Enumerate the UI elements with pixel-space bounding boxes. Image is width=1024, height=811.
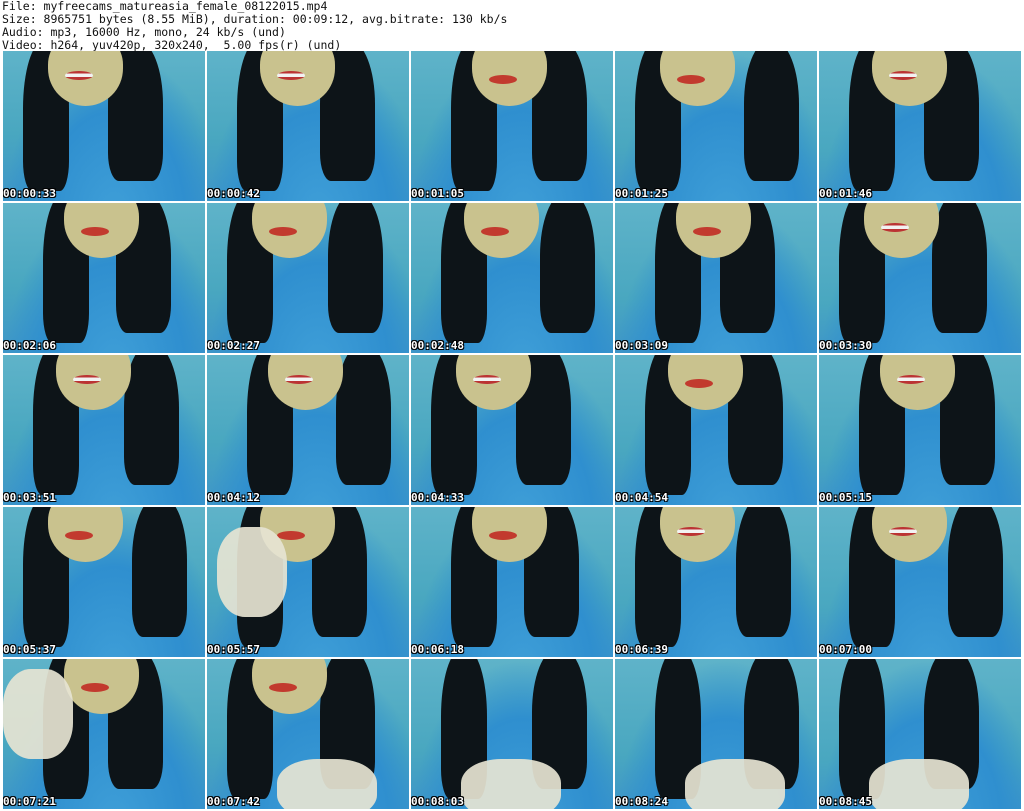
lips-shape — [269, 683, 297, 692]
lips-shape — [277, 531, 305, 540]
video-thumbnail: 00:08:45 — [819, 659, 1021, 809]
lips-shape — [73, 375, 101, 384]
video-thumbnail: 00:08:03 — [411, 659, 613, 809]
hair-shape — [132, 507, 187, 637]
thumbnail-timestamp: 00:03:09 — [615, 339, 668, 352]
video-thumbnail: 00:08:24 — [615, 659, 817, 809]
lips-shape — [489, 531, 517, 540]
video-thumbnail: 00:01:25 — [615, 51, 817, 201]
hair-shape — [932, 203, 987, 333]
lips-shape — [81, 227, 109, 236]
video-thumbnail: 00:05:15 — [819, 355, 1021, 505]
lips-shape — [65, 531, 93, 540]
hair-shape — [948, 507, 1003, 637]
lips-shape — [889, 527, 917, 536]
video-thumbnail: 00:05:57 — [207, 507, 409, 657]
thumbnail-timestamp: 00:07:21 — [3, 795, 56, 808]
hair-shape — [744, 51, 799, 181]
video-thumbnail: 00:07:00 — [819, 507, 1021, 657]
video-thumbnail: 00:07:42 — [207, 659, 409, 809]
thumbnail-timestamp: 00:06:18 — [411, 643, 464, 656]
video-thumbnail: 00:03:09 — [615, 203, 817, 353]
hand-shape — [217, 527, 287, 617]
thumbnail-grid: 00:00:33 00:00:42 00:01:05 00:01:25 00:01:46… — [3, 51, 1021, 809]
video-thumbnail: 00:00:42 — [207, 51, 409, 201]
thumbnail-timestamp: 00:08:45 — [819, 795, 872, 808]
thumbnail-timestamp: 00:05:15 — [819, 491, 872, 504]
video-thumbnail: 00:00:33 — [3, 51, 205, 201]
thumbnail-timestamp: 00:03:51 — [3, 491, 56, 504]
thumbnail-timestamp: 00:04:54 — [615, 491, 668, 504]
thumbnail-timestamp: 00:01:25 — [615, 187, 668, 200]
lips-shape — [897, 375, 925, 384]
lips-shape — [677, 75, 705, 84]
video-thumbnail: 00:06:18 — [411, 507, 613, 657]
thumbnail-timestamp: 00:02:27 — [207, 339, 260, 352]
hair-shape — [336, 355, 391, 485]
thumbnail-timestamp: 00:07:42 — [207, 795, 260, 808]
thumbnail-timestamp: 00:06:39 — [615, 643, 668, 656]
file-info-header: File: myfreecams_matureasia_female_08122… — [2, 0, 507, 52]
video-thumbnail: 00:02:06 — [3, 203, 205, 353]
lips-shape — [473, 375, 501, 384]
hair-shape — [124, 355, 179, 485]
thumbnail-timestamp: 00:00:33 — [3, 187, 56, 200]
thumbnail-timestamp: 00:04:12 — [207, 491, 260, 504]
lips-shape — [81, 683, 109, 692]
hair-shape — [540, 203, 595, 333]
lips-shape — [677, 527, 705, 536]
hand-shape — [685, 759, 785, 809]
lips-shape — [489, 75, 517, 84]
lips-shape — [277, 71, 305, 80]
lips-shape — [693, 227, 721, 236]
thumbnail-timestamp: 00:07:00 — [819, 643, 872, 656]
thumbnail-timestamp: 00:03:30 — [819, 339, 872, 352]
video-thumbnail: 00:06:39 — [615, 507, 817, 657]
lips-shape — [65, 71, 93, 80]
hair-shape — [328, 203, 383, 333]
thumbnail-timestamp: 00:05:57 — [207, 643, 260, 656]
video-thumbnail: 00:01:46 — [819, 51, 1021, 201]
hand-shape — [277, 759, 377, 809]
video-thumbnail: 00:04:54 — [615, 355, 817, 505]
hand-shape — [461, 759, 561, 809]
thumbnail-timestamp: 00:08:24 — [615, 795, 668, 808]
video-thumbnail: 00:03:51 — [3, 355, 205, 505]
lips-shape — [881, 223, 909, 232]
lips-shape — [889, 71, 917, 80]
video-thumbnail: 00:04:33 — [411, 355, 613, 505]
thumbnail-timestamp: 00:02:06 — [3, 339, 56, 352]
video-thumbnail: 00:01:05 — [411, 51, 613, 201]
video-thumbnail: 00:02:27 — [207, 203, 409, 353]
lips-shape — [481, 227, 509, 236]
thumbnail-timestamp: 00:08:03 — [411, 795, 464, 808]
lips-shape — [269, 227, 297, 236]
lips-shape — [685, 379, 713, 388]
lips-shape — [285, 375, 313, 384]
video-thumbnail: 00:05:37 — [3, 507, 205, 657]
video-thumbnail: 00:03:30 — [819, 203, 1021, 353]
hand-shape — [869, 759, 969, 809]
video-thumbnail: 00:07:21 — [3, 659, 205, 809]
thumbnail-timestamp: 00:00:42 — [207, 187, 260, 200]
thumbnail-timestamp: 00:02:48 — [411, 339, 464, 352]
thumbnail-timestamp: 00:04:33 — [411, 491, 464, 504]
video-thumbnail: 00:04:12 — [207, 355, 409, 505]
thumbnail-timestamp: 00:01:05 — [411, 187, 464, 200]
video-thumbnail: 00:02:48 — [411, 203, 613, 353]
hand-shape — [3, 669, 73, 759]
thumbnail-timestamp: 00:01:46 — [819, 187, 872, 200]
thumbnail-timestamp: 00:05:37 — [3, 643, 56, 656]
hair-shape — [736, 507, 791, 637]
